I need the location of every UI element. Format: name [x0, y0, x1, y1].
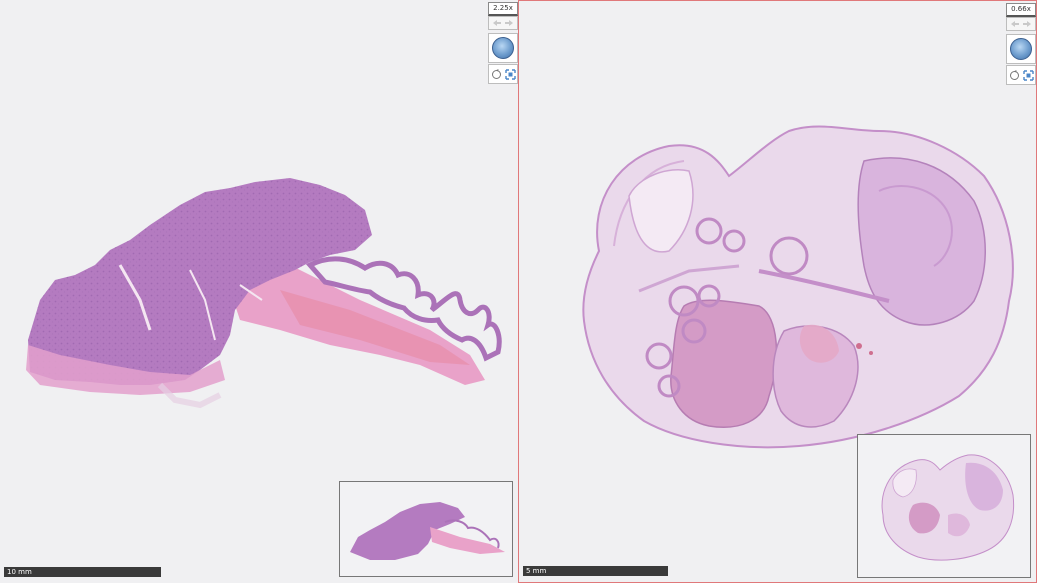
home-globe-icon [1010, 38, 1032, 60]
minimap[interactable] [857, 434, 1031, 578]
view-tools [1006, 65, 1036, 85]
home-button[interactable] [1006, 34, 1036, 64]
slide-viewer-right[interactable]: 0.66x 5 mm [518, 0, 1037, 583]
scale-bar: 10 mm [4, 567, 161, 577]
zoom-level-badge: 2.25x [488, 2, 518, 16]
home-globe-icon [492, 37, 514, 59]
minimap-thumbnail [881, 454, 1015, 561]
minimap[interactable] [339, 481, 513, 577]
slide-viewer-left[interactable]: 2.25x 10 mm [0, 0, 518, 583]
scale-bar: 5 mm [523, 566, 668, 576]
zoom-level-badge: 0.66x [1006, 3, 1036, 17]
minimap-thumbnail [350, 502, 505, 560]
history-nav [488, 16, 518, 30]
rotate-icon[interactable] [491, 68, 502, 80]
arrow-left-icon[interactable] [1010, 20, 1020, 28]
home-button[interactable] [488, 33, 518, 63]
arrow-right-icon[interactable] [504, 19, 514, 27]
history-nav [1006, 17, 1036, 31]
arrow-right-icon[interactable] [1022, 20, 1032, 28]
arrow-left-icon[interactable] [492, 19, 502, 27]
fit-screen-icon[interactable] [1022, 69, 1034, 81]
view-tools [488, 64, 518, 84]
fit-screen-icon[interactable] [504, 68, 516, 80]
rotate-icon[interactable] [1009, 69, 1020, 81]
